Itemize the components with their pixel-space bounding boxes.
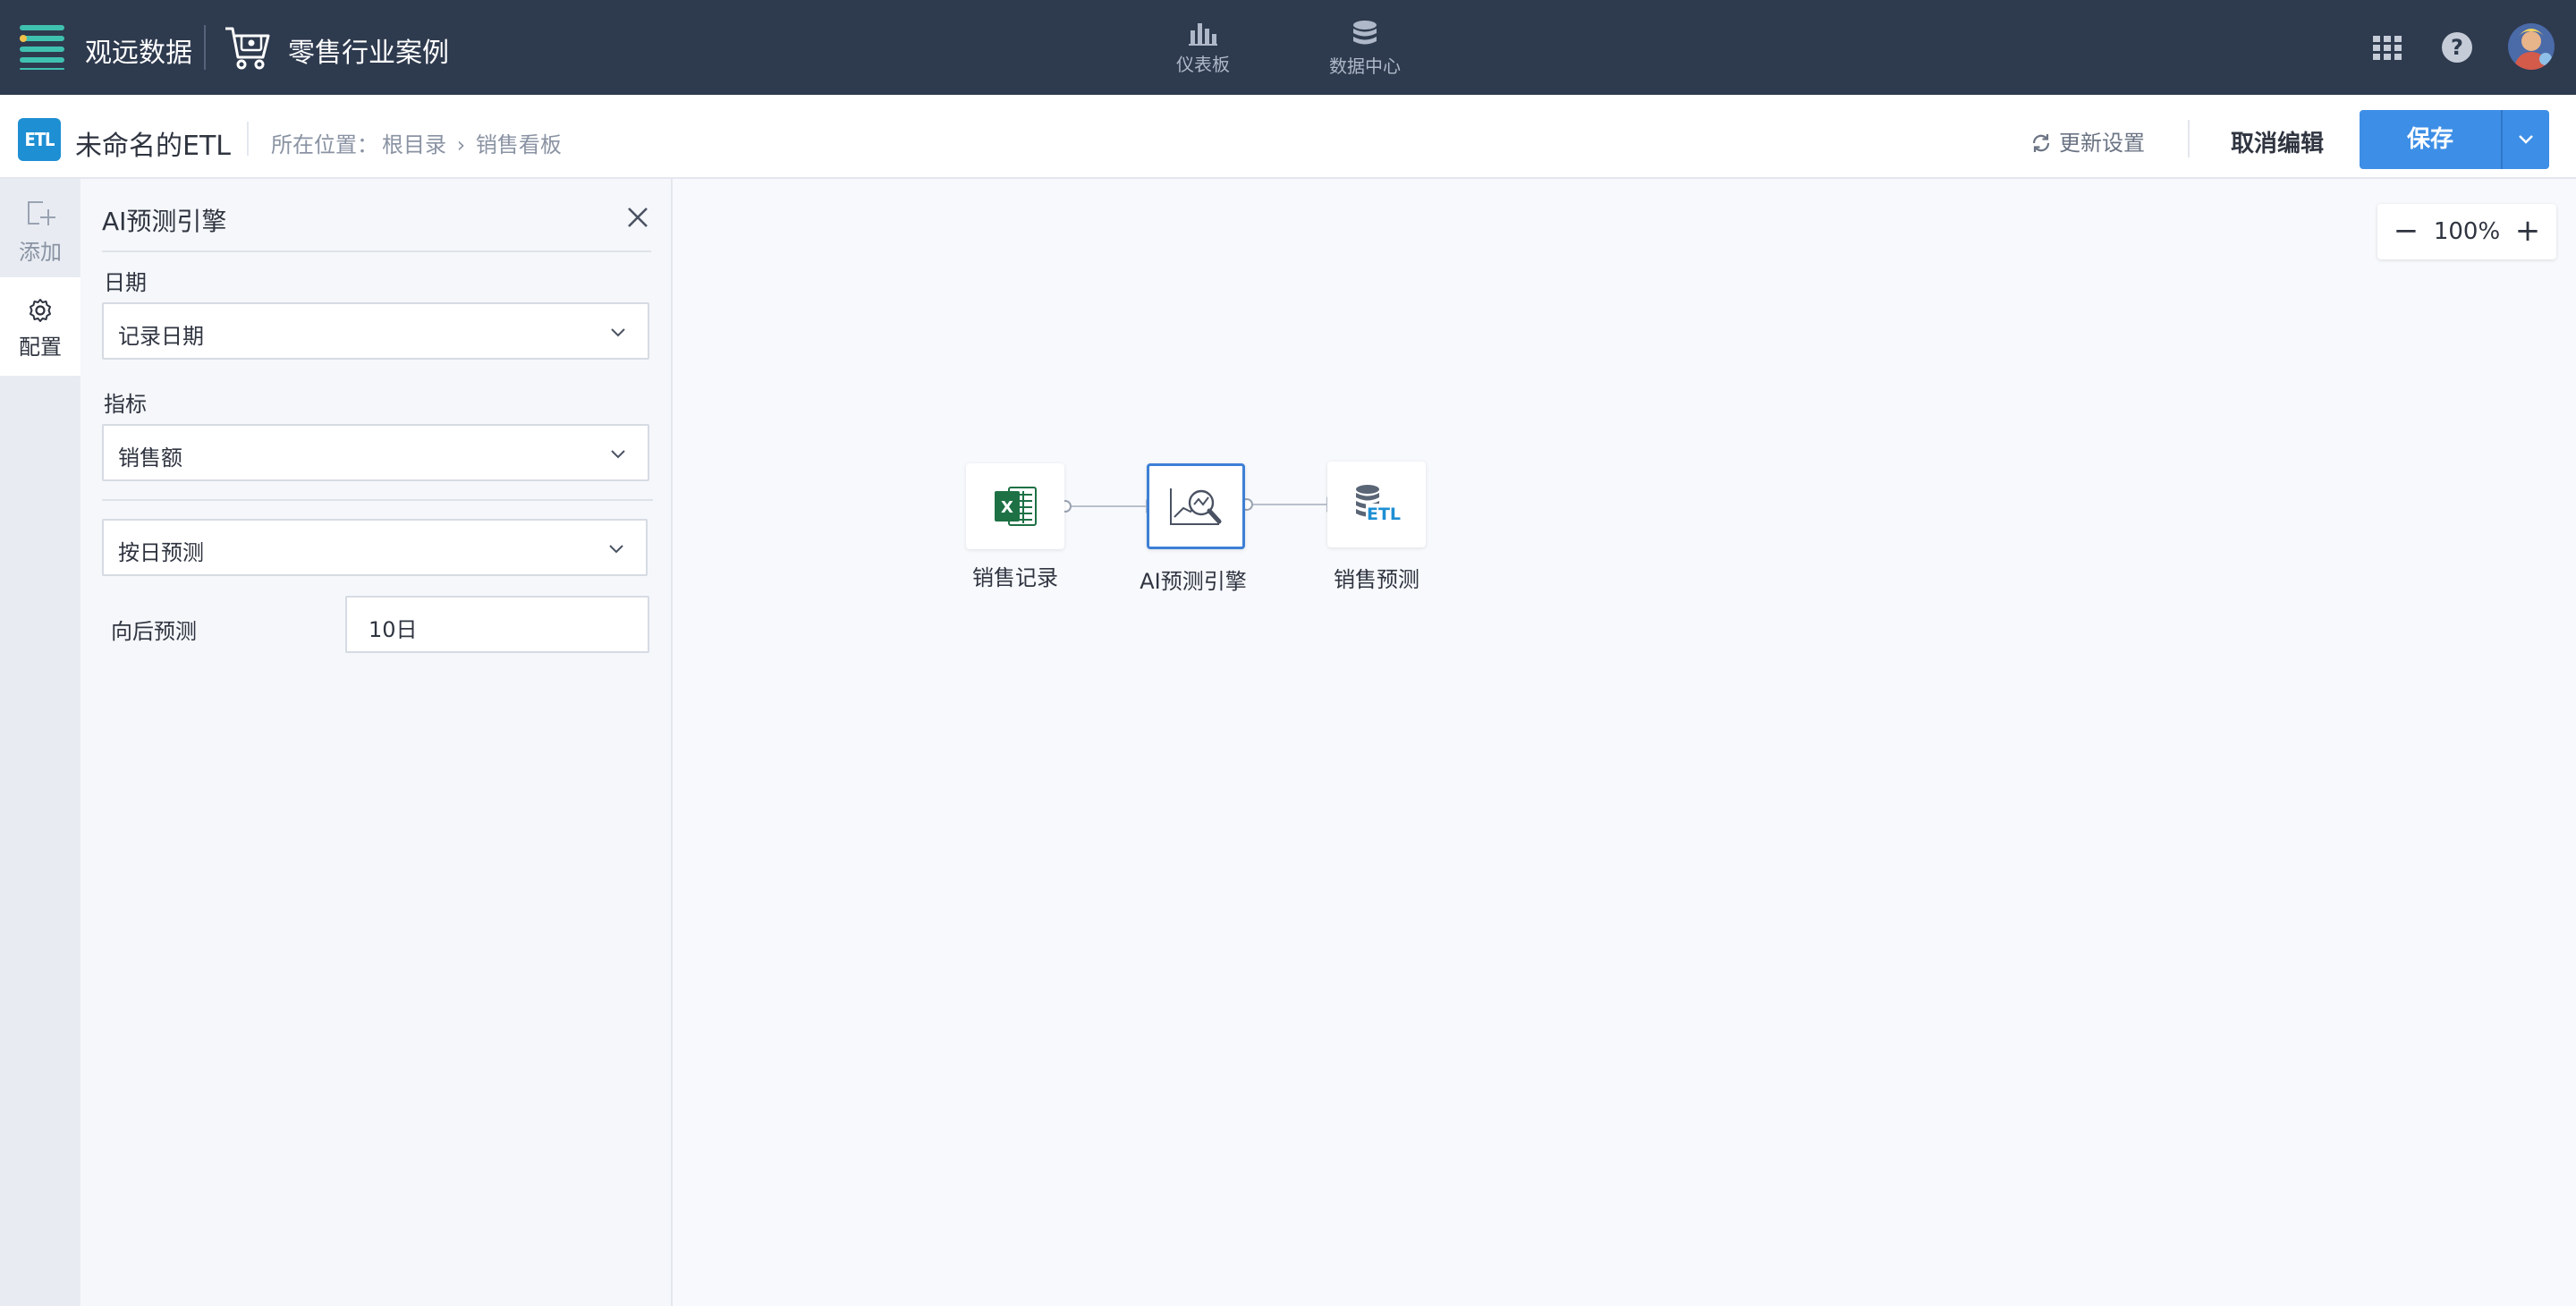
metric-field-label: 指标: [104, 392, 147, 417]
node-ai-forecast[interactable]: [1147, 463, 1245, 549]
etl-badge-icon: ETL: [18, 118, 61, 161]
date-select-value: 记录日期: [118, 324, 204, 349]
save-button-group: 保存: [2360, 110, 2549, 169]
brand-name[interactable]: 观远数据: [85, 30, 192, 70]
excel-icon: X: [995, 487, 1037, 526]
config-panel: AI预测引擎 日期 记录日期 指标 销售额 按日预测 向后预测 10日: [80, 179, 673, 1306]
divider: [102, 499, 653, 501]
metric-select-value: 销售额: [118, 445, 182, 471]
project-name[interactable]: 零售行业案例: [288, 30, 449, 70]
add-node-icon: [28, 201, 55, 225]
refresh-icon: [2032, 134, 2050, 152]
top-navigation-bar: 观远数据 零售行业案例 仪表板 数据中心 ?: [0, 0, 2576, 95]
save-button[interactable]: 保存: [2360, 110, 2501, 169]
divider: [204, 25, 206, 70]
shopping-cart-icon: [225, 27, 270, 70]
ai-forecast-icon: [1170, 488, 1222, 525]
database-icon: [1353, 21, 1377, 45]
update-settings-button[interactable]: 更新设置: [2030, 125, 2145, 157]
rail-add-button[interactable]: 添加: [0, 179, 80, 277]
node-label: 销售记录: [972, 565, 1058, 590]
breadcrumb: 所在位置： 根目录 › 销售看板: [271, 127, 565, 158]
breadcrumb-root[interactable]: 根目录: [382, 132, 446, 157]
forecast-horizon-label: 向后预测: [111, 619, 197, 644]
metric-select[interactable]: 销售额: [102, 424, 649, 481]
breadcrumb-prefix: 所在位置：: [271, 132, 378, 157]
rail-config-button[interactable]: 配置: [0, 277, 80, 376]
breadcrumb-current[interactable]: 销售看板: [476, 132, 562, 157]
update-settings-label: 更新设置: [2059, 131, 2145, 156]
excel-letter: X: [1001, 498, 1013, 517]
node-sales-forecast[interactable]: ETL: [1327, 462, 1426, 547]
etl-output-icon: ETL: [1356, 485, 1402, 524]
granularity-select-value: 按日预测: [118, 540, 204, 565]
help-icon[interactable]: ?: [2442, 32, 2472, 63]
node-label: 销售预测: [1334, 567, 1419, 592]
nav-dashboard-label: 仪表板: [1176, 54, 1230, 75]
nav-dashboard[interactable]: 仪表板: [1163, 20, 1243, 82]
node-label: AI预测引擎: [1140, 569, 1247, 594]
save-options-dropdown[interactable]: [2503, 110, 2549, 169]
etl-header: ETL 未命名的ETL 所在位置： 根目录 › 销售看板 更新设置 取消编辑 保存: [0, 95, 2576, 179]
close-icon[interactable]: [626, 206, 649, 229]
user-avatar[interactable]: [2508, 23, 2555, 70]
node-sales-records[interactable]: X: [966, 463, 1064, 549]
flow-edges: [1059, 496, 1340, 513]
menu-icon[interactable]: [20, 23, 68, 70]
divider: [2188, 120, 2190, 157]
bar-chart-icon: [1189, 23, 1217, 46]
panel-title: AI预测引擎: [102, 207, 227, 236]
apps-grid-icon[interactable]: [2372, 34, 2402, 61]
rail-config-label: 配置: [19, 335, 62, 360]
chevron-down-icon: [611, 328, 625, 337]
gear-icon: [30, 299, 51, 322]
cancel-edit-button[interactable]: 取消编辑: [2231, 125, 2324, 158]
nav-data-center[interactable]: 数据中心: [1320, 20, 1410, 82]
divider: [247, 122, 249, 156]
nav-data-center-label: 数据中心: [1329, 55, 1401, 77]
date-select[interactable]: 记录日期: [102, 302, 649, 360]
etl-text: ETL: [1367, 505, 1401, 524]
chevron-down-icon: [609, 545, 623, 554]
left-tool-rail: 添加 配置: [0, 179, 80, 1306]
etl-canvas[interactable]: − 100% + X 销售记录 AI预测引擎 ETL 销售预测: [674, 179, 2576, 1306]
forecast-granularity-select[interactable]: 按日预测: [102, 519, 648, 576]
forecast-horizon-input[interactable]: 10日: [345, 596, 649, 653]
chevron-down-icon: [2519, 135, 2533, 144]
date-field-label: 日期: [104, 270, 147, 295]
divider: [102, 250, 651, 252]
forecast-horizon-value: 10日: [369, 617, 418, 642]
chevron-down-icon: [611, 450, 625, 459]
breadcrumb-separator: ›: [456, 132, 466, 157]
rail-add-label: 添加: [19, 240, 62, 265]
etl-name[interactable]: 未命名的ETL: [75, 123, 231, 163]
